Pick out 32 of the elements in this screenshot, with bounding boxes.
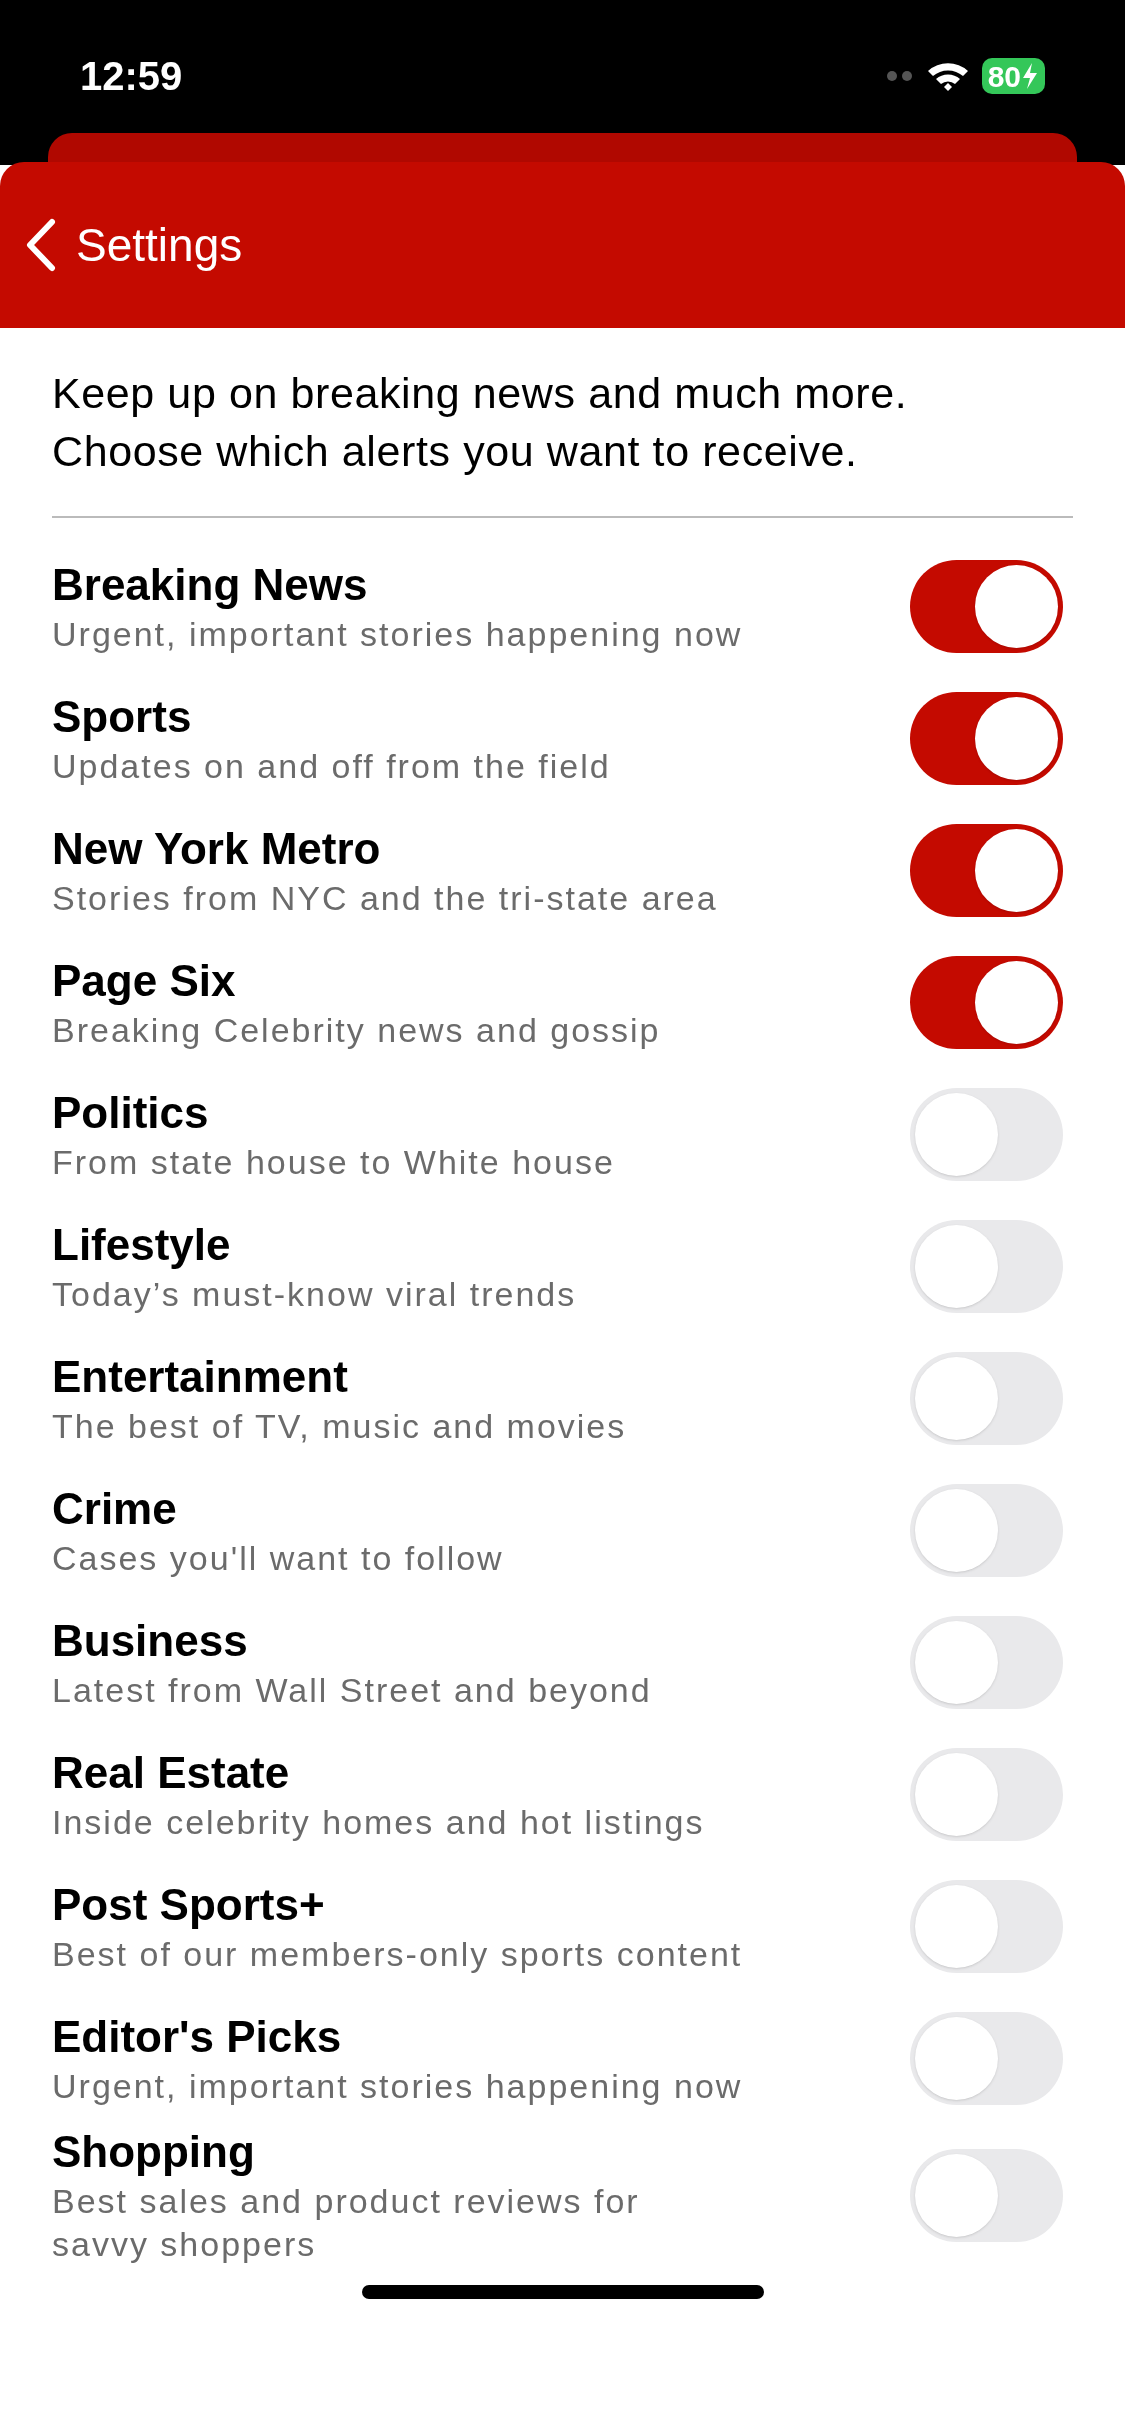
alert-title: Page Six (52, 954, 237, 1007)
alert-description: Cases you'll want to follow (52, 1537, 504, 1579)
alert-description: Stories from NYC and the tri-state area (52, 877, 718, 919)
alert-title: Business (52, 1614, 249, 1667)
alert-description: Urgent, important stories happening now (52, 2065, 743, 2107)
alert-title: Breaking News (52, 558, 369, 611)
alert-title: Real Estate (52, 1746, 291, 1799)
alert-title: Entertainment (52, 1350, 349, 1403)
alert-title: Post Sports+ (52, 1878, 326, 1931)
alert-description: Urgent, important stories happening now (52, 613, 743, 655)
alert-description: Inside celebrity homes and hot listings (52, 1801, 705, 1843)
alert-description: The best of TV, music and movies (52, 1405, 627, 1447)
alert-title: New York Metro (52, 822, 382, 875)
alert-title: Politics (52, 1086, 210, 1139)
alert-description: Updates on and off from the field (52, 745, 611, 787)
back-icon (26, 218, 56, 272)
status-time: 12:59 (80, 53, 183, 100)
alert-title: Editor's Picks (52, 2010, 343, 2063)
alert-description: Best sales and product reviews for savvy shoppers (52, 2181, 640, 2265)
alert-description: Latest from Wall Street and beyond (52, 1669, 652, 1711)
battery-icon: 80 (981, 58, 1045, 94)
alert-title: Shopping (52, 2126, 256, 2178)
alert-title: Crime (52, 1482, 178, 1535)
alert-title: Sports (52, 690, 193, 743)
alert-description: From state house to White house (52, 1141, 615, 1183)
alert-title: Lifestyle (52, 1218, 232, 1271)
alert-description: Best of our members-only sports content (52, 1933, 743, 1975)
alert-description: Breaking Celebrity news and gossip (52, 1009, 661, 1051)
alert-description: Today’s must-know viral trends (52, 1273, 577, 1315)
back-button[interactable]: Settings (26, 210, 243, 280)
signal-icon (885, 70, 914, 82)
intro-text: Keep up on breaking news and much more. Choose which alerts you want to receive. (52, 368, 909, 477)
